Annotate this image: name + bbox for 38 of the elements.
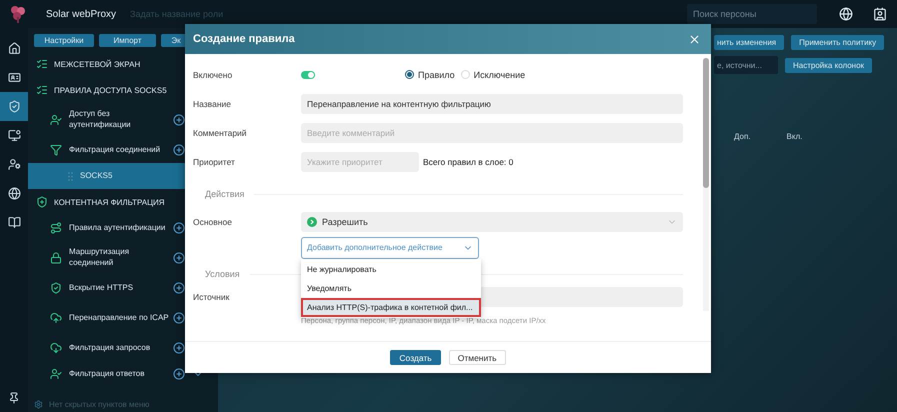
column-header: Вкл. [786, 132, 802, 141]
toolbar-button[interactable]: нить изменения [714, 35, 784, 50]
app-title: Solar webProxy [46, 8, 116, 20]
field-label: Основное [193, 217, 233, 227]
columns-button[interactable]: Настройка колонок [785, 58, 872, 72]
toolbar-button[interactable]: Импорт [99, 34, 156, 47]
name-field[interactable]: Перенаправление на контентную фильтрацию [301, 94, 683, 114]
create-button[interactable]: Создать [390, 350, 441, 365]
section-title: Условия [205, 269, 240, 279]
radio-option[interactable]: Исключение [460, 70, 526, 80]
search-field[interactable]: Поиск персоны [687, 4, 817, 24]
field-label: Комментарий [193, 128, 248, 138]
toolbar-button[interactable]: Применить политику [791, 35, 884, 50]
menu-hint: Нет скрытых пунктов меню [49, 400, 150, 408]
action-select[interactable]: Разрешить [301, 212, 683, 232]
section-title: Действия [205, 189, 244, 199]
radio-label: Исключение [474, 70, 526, 80]
menu-item[interactable]: Анализ HTTP(S)-трафика в контетной фил... [301, 298, 481, 316]
field-label: Источник [193, 292, 230, 302]
dialog-title: Создание правила [193, 33, 295, 45]
radio-label: Правило [418, 70, 455, 80]
field-label: Название [193, 98, 232, 108]
section-title[interactable]: КОНТЕНТНАЯ ФИЛЬТРАЦИЯ [54, 198, 165, 206]
menu-item[interactable]: Не журналировать [301, 260, 481, 278]
field-label: Включено [193, 70, 234, 80]
rule-count: Всего правил в слое: 0 [423, 156, 514, 166]
toolbar-button[interactable]: Настройки [34, 34, 94, 47]
column-header: Доп. [734, 132, 751, 141]
menu-item[interactable]: Уведомлять [301, 278, 481, 298]
filter-field[interactable]: е, источни... [714, 56, 778, 74]
nav-item[interactable]: Фильтрация запросов [28, 335, 218, 361]
cancel-button[interactable]: Отменить [448, 350, 506, 365]
section-title[interactable]: МЕЖСЕТЕВОЙ ЭКРАН [54, 60, 140, 68]
add-action-dropdown[interactable]: Добавить дополнительное действие [301, 236, 479, 258]
nav-item[interactable]: Фильтрация ответов [28, 361, 218, 387]
section-title[interactable]: ПРАВИЛА ДОСТУПА SOCKS5 [54, 86, 167, 94]
radio-option[interactable]: Правило [405, 70, 455, 80]
nav-item[interactable]: Перенаправление по ICAP [28, 301, 218, 335]
